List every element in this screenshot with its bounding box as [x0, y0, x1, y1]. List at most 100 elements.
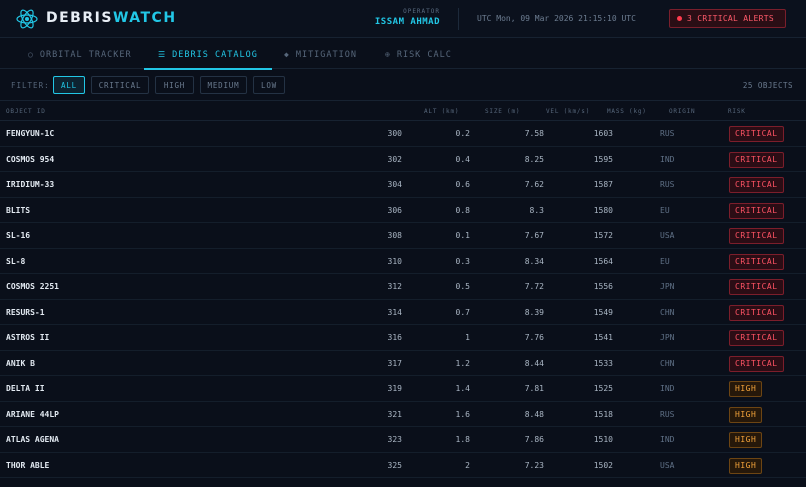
filter-chip-critical[interactable]: CRITICAL	[91, 76, 149, 94]
table-row[interactable]: ARIANE 44LP 321 1.6 8.48 1518 RUS HIGH	[0, 402, 806, 427]
filter-bar: FILTER: ALL CRITICAL HIGH MEDIUM LOW 25 …	[0, 70, 806, 101]
mass: 1595	[593, 154, 613, 164]
mass: 1556	[593, 282, 613, 291]
table-row[interactable]: THOR ABLE 325 2 7.23 1502 USA HIGH	[0, 453, 806, 478]
filter-chip-all[interactable]: ALL	[53, 76, 85, 94]
risk-badge: HIGH	[729, 406, 763, 423]
altitude: 306	[387, 205, 402, 215]
origin: CHN	[660, 358, 675, 368]
top-bar: DEBRISWATCH OPERATOR ISSAM AHMAD UTC Mon…	[0, 0, 806, 38]
size: 0.4	[455, 154, 470, 164]
table-row[interactable]: FENGYUN-1C 300 0.2 7.58 1603 RUS CRITICA…	[0, 121, 806, 147]
column-header-origin[interactable]: ORIGIN	[669, 108, 695, 115]
table-header: OBJECT ID ALT (km) SIZE (m) VEL (km/s) M…	[0, 102, 806, 121]
critical-alerts-button[interactable]: 3 CRITICAL ALERTS	[669, 9, 786, 28]
velocity: 7.58	[524, 129, 544, 138]
atom-logo-icon	[16, 9, 38, 29]
table-row[interactable]: DELTA II 319 1.4 7.81 1525 IND HIGH	[0, 376, 806, 402]
column-header-alt[interactable]: ALT (km)	[424, 108, 459, 115]
risk-badge: CRITICAL	[729, 126, 784, 142]
tab-orbital-tracker[interactable]: ○ ORBITAL TRACKER	[28, 40, 132, 69]
table-row[interactable]: ASTROS II 316 1 7.76 1541 JPN CRITICAL	[0, 325, 806, 351]
filter-chip-low[interactable]: LOW	[253, 76, 285, 94]
header-divider	[458, 8, 459, 30]
velocity: 7.23	[524, 460, 544, 470]
risk-badge: CRITICAL	[729, 202, 784, 219]
velocity: 8.39	[524, 307, 544, 317]
origin: RUS	[660, 180, 675, 189]
altitude: 314	[387, 307, 402, 317]
size: 1.8	[455, 435, 470, 444]
table-row[interactable]: SL-8 310 0.3 8.34 1564 EU CRITICAL	[0, 249, 806, 274]
list-icon: ☰	[158, 50, 167, 59]
risk-badge: CRITICAL	[729, 177, 784, 193]
size: 0.2	[455, 129, 470, 138]
table-row[interactable]: IRIDIUM-33 304 0.6 7.62 1587 RUS CRITICA…	[0, 172, 806, 198]
table-row[interactable]: ATLAS AGENA 323 1.8 7.86 1510 IND HIGH	[0, 427, 806, 453]
altitude: 319	[387, 384, 402, 393]
velocity: 8.3	[529, 205, 544, 215]
origin: IND	[660, 384, 675, 393]
tab-label: RISK CALC	[396, 49, 452, 60]
velocity: 7.72	[524, 282, 544, 291]
altitude: 325	[387, 460, 402, 470]
table-row[interactable]: RESURS-1 314 0.7 8.39 1549 CHN CRITICAL	[0, 300, 806, 325]
altitude: 321	[387, 409, 402, 419]
column-header-risk[interactable]: RISK	[728, 108, 746, 115]
table-row[interactable]: COSMOS 954 302 0.4 8.25 1595 IND CRITICA…	[0, 147, 806, 172]
size: 1	[465, 333, 470, 342]
mass: 1580	[593, 205, 613, 215]
size: 0.8	[455, 205, 470, 215]
velocity: 7.81	[524, 384, 544, 393]
velocity: 7.67	[524, 231, 544, 240]
operator-label: OPERATOR	[403, 8, 440, 15]
table-row[interactable]: BLITS 306 0.8 8.3 1580 EU CRITICAL	[0, 198, 806, 223]
origin: RUS	[660, 129, 675, 138]
origin: IND	[660, 154, 675, 164]
risk-badge: CRITICAL	[729, 304, 784, 321]
mass: 1603	[593, 129, 613, 138]
mass: 1525	[593, 384, 613, 393]
object-id: BLITS	[6, 205, 31, 215]
column-header-mass[interactable]: MASS (kg)	[607, 108, 647, 115]
alert-dot-icon	[677, 16, 682, 21]
column-header-vel[interactable]: VEL (km/s)	[546, 108, 590, 115]
tab-risk-calc[interactable]: ⊕ RISK CALC	[385, 40, 452, 69]
size: 0.3	[455, 256, 470, 266]
altitude: 323	[387, 435, 402, 444]
origin: EU	[660, 205, 670, 215]
risk-badge: CRITICAL	[729, 253, 784, 270]
object-id: SL-8	[6, 256, 26, 266]
altitude: 312	[387, 282, 402, 291]
filter-chip-high[interactable]: HIGH	[155, 76, 194, 94]
operator-name: ISSAM AHMAD	[374, 17, 440, 27]
object-id: COSMOS 2251	[6, 282, 59, 291]
altitude: 308	[387, 231, 402, 240]
size: 1.4	[455, 384, 470, 393]
altitude: 310	[387, 256, 402, 266]
velocity: 8.34	[524, 256, 544, 266]
column-header-size[interactable]: SIZE (m)	[485, 108, 520, 115]
tab-debris-catalog[interactable]: ☰ DEBRIS CATALOG	[144, 40, 272, 70]
object-id: DELTA II	[6, 384, 45, 393]
mass: 1572	[593, 231, 613, 240]
size: 2	[465, 460, 470, 470]
risk-badge: CRITICAL	[729, 279, 784, 295]
origin: USA	[660, 231, 675, 240]
risk-badge: CRITICAL	[729, 151, 784, 168]
table-row[interactable]: COSMOS 2251 312 0.5 7.72 1556 JPN CRITIC…	[0, 274, 806, 300]
column-header-object-id[interactable]: OBJECT ID	[6, 108, 46, 115]
operator-info: OPERATOR ISSAM AHMAD	[352, 7, 440, 29]
table-row[interactable]: ANIK B 317 1.2 8.44 1533 CHN CRITICAL	[0, 351, 806, 376]
filter-label: FILTER:	[11, 81, 50, 90]
risk-badge: CRITICAL	[729, 355, 784, 372]
size: 1.6	[455, 409, 470, 419]
origin: USA	[660, 460, 675, 470]
filter-chip-medium[interactable]: MEDIUM	[200, 76, 247, 94]
tab-mitigation[interactable]: ◆ MITIGATION	[284, 40, 357, 69]
altitude: 300	[387, 129, 402, 138]
size: 0.7	[455, 307, 470, 317]
size: 0.6	[455, 180, 470, 189]
table-row[interactable]: SL-16 308 0.1 7.67 1572 USA CRITICAL	[0, 223, 806, 249]
mass: 1549	[593, 307, 613, 317]
